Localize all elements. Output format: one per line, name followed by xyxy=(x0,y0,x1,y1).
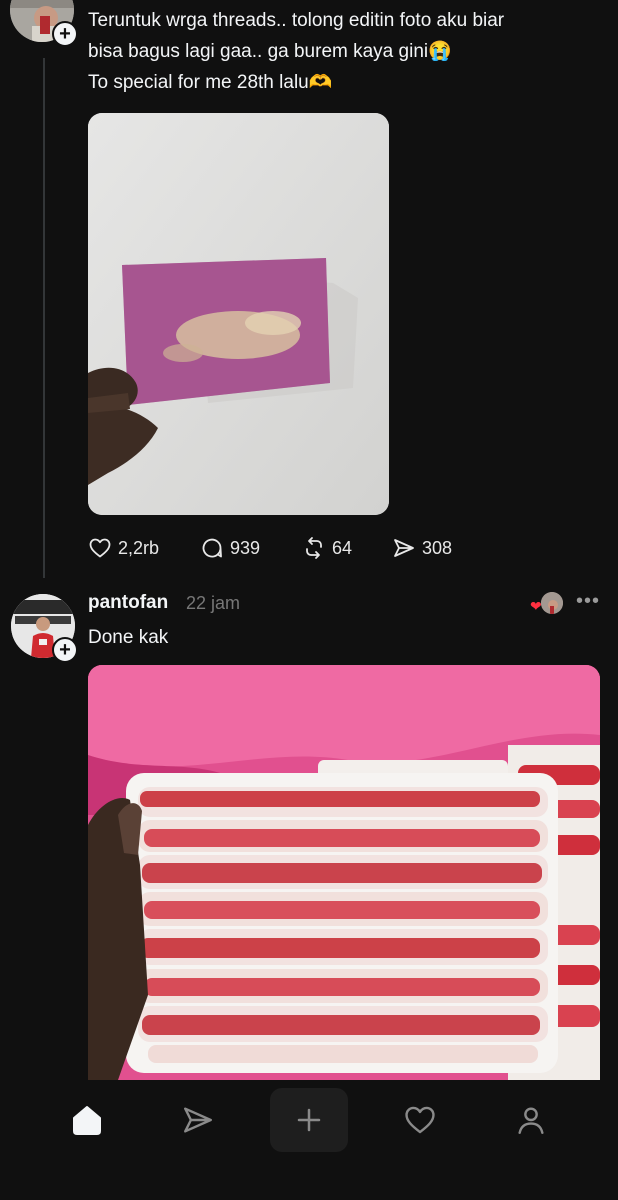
nav-send[interactable] xyxy=(159,1088,237,1152)
like-button[interactable]: 2,2rb xyxy=(88,536,159,560)
home-icon xyxy=(73,1106,101,1135)
nav-home[interactable] xyxy=(48,1088,126,1152)
nav-create[interactable] xyxy=(270,1088,348,1152)
send-icon xyxy=(394,539,414,557)
comment-count: 939 xyxy=(230,537,261,558)
avatar xyxy=(541,592,563,614)
nav-profile[interactable] xyxy=(492,1088,570,1152)
share-count: 308 xyxy=(422,537,453,558)
heart-icon xyxy=(89,538,111,558)
comment-icon xyxy=(202,538,222,558)
post-text-line: Teruntuk wrga threads.. tolong editin fo… xyxy=(88,10,505,31)
repost-count: 64 xyxy=(332,537,353,558)
thread-connector-line xyxy=(43,58,45,578)
heart-icon: ❤ xyxy=(530,598,542,614)
username[interactable]: pantofan xyxy=(88,592,168,614)
liked-by-author-badge: ❤ xyxy=(530,592,564,616)
send-icon xyxy=(184,1107,212,1133)
post-text-line: To special for me 28th lalu🫶 xyxy=(88,72,333,93)
more-options-icon[interactable]: ••• xyxy=(576,590,600,613)
like-count: 2,2rb xyxy=(118,537,160,558)
comment-button[interactable]: 939 xyxy=(200,536,260,560)
follow-plus-icon[interactable]: + xyxy=(52,637,78,663)
timestamp: 22 jam xyxy=(186,593,241,613)
repost-button[interactable]: 64 xyxy=(302,536,352,560)
follow-plus-icon[interactable]: + xyxy=(52,21,78,47)
repost-icon xyxy=(306,537,322,559)
post-image[interactable] xyxy=(88,665,600,1080)
share-button[interactable]: 308 xyxy=(392,536,452,560)
heart-icon xyxy=(405,1106,435,1134)
create-icon xyxy=(297,1108,321,1132)
post-text-line: bisa bagus lagi gaa.. ga burem kaya gini… xyxy=(88,41,452,62)
profile-icon xyxy=(518,1107,544,1134)
post-text: Done kak xyxy=(88,627,169,648)
nav-activity[interactable] xyxy=(381,1088,459,1152)
post-image[interactable] xyxy=(88,113,389,515)
